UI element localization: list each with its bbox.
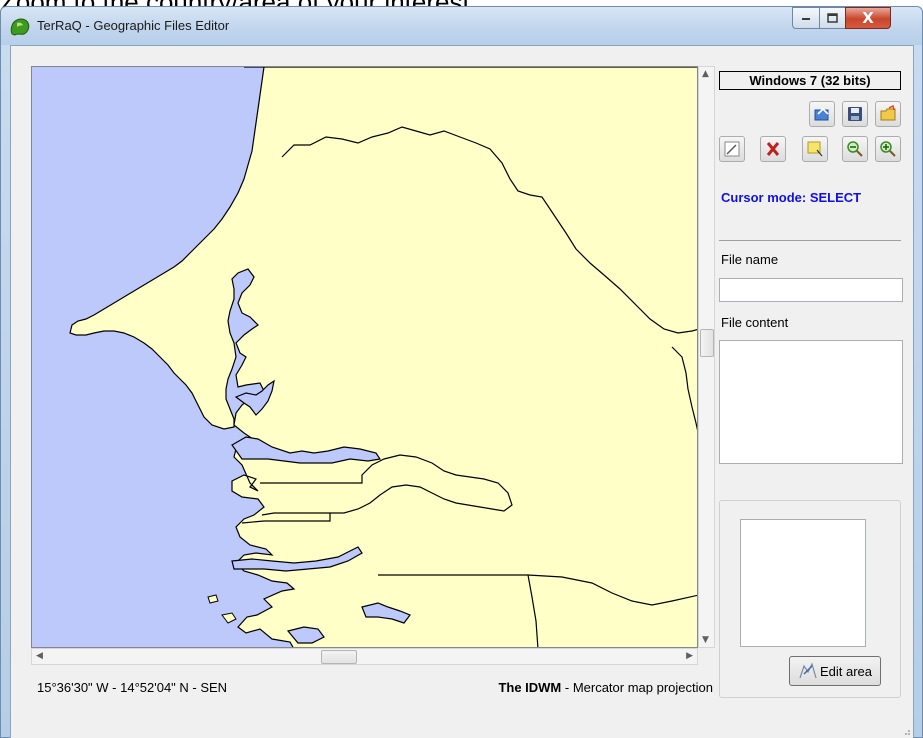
app-logo-icon xyxy=(10,18,30,36)
projection-info: The IDWM - Mercator map projection xyxy=(498,680,713,695)
maximize-icon xyxy=(827,13,838,23)
vertical-scroll-thumb[interactable] xyxy=(700,329,714,357)
map-vertical-scrollbar[interactable]: ▲ ▼ xyxy=(698,66,715,648)
scrollbar-corner xyxy=(698,648,715,665)
zoom-out-icon xyxy=(847,141,863,157)
horizontal-scroll-thumb[interactable] xyxy=(321,650,357,664)
resize-grip-icon[interactable] xyxy=(901,726,911,736)
zoom-in-icon xyxy=(880,141,896,157)
projection-description: - Mercator map projection xyxy=(561,680,713,695)
zoom-in-button[interactable] xyxy=(875,136,901,162)
open-folder-button[interactable] xyxy=(875,101,901,127)
edit-area-button[interactable]: Edit area xyxy=(789,656,881,686)
edit-area-label: Edit area xyxy=(819,663,873,679)
open-file-icon xyxy=(814,107,829,121)
scroll-left-icon[interactable]: ◀ xyxy=(36,651,43,661)
map-svg xyxy=(32,67,697,647)
maximize-button[interactable] xyxy=(819,7,846,29)
minimize-icon xyxy=(802,18,810,20)
cursor-coordinates: 15°36'30" W - 14°52'04" N - SEN xyxy=(37,680,228,695)
edit-button[interactable] xyxy=(719,136,745,162)
os-badge: Windows 7 (32 bits) xyxy=(719,71,901,90)
title-bar[interactable]: TerRaQ - Geographic Files Editor X xyxy=(1,7,922,45)
projection-source: The IDWM xyxy=(498,680,562,695)
scroll-up-icon[interactable]: ▲ xyxy=(702,69,709,79)
zoom-out-button[interactable] xyxy=(842,136,868,162)
open-file-button[interactable] xyxy=(809,101,835,127)
save-button[interactable] xyxy=(842,101,868,127)
divider xyxy=(719,240,901,241)
map-horizontal-scrollbar[interactable]: ◀ ▶ xyxy=(31,648,698,665)
delete-button[interactable] xyxy=(760,136,786,162)
close-button[interactable]: X xyxy=(845,7,891,29)
file-name-field[interactable] xyxy=(719,278,903,302)
close-icon: X xyxy=(862,9,874,27)
edit-icon xyxy=(724,141,740,157)
open-folder-icon xyxy=(880,105,896,121)
client-area: ▲ ▼ ◀ ▶ 15°36'30" W - 14°52'04" N - SEN … xyxy=(10,45,914,738)
scroll-down-icon[interactable]: ▼ xyxy=(702,635,709,645)
window-title: TerRaQ - Geographic Files Editor xyxy=(37,18,230,33)
map-canvas[interactable] xyxy=(31,66,698,648)
select-rect-button[interactable] xyxy=(802,136,828,162)
select-rect-icon xyxy=(807,141,823,157)
delete-icon xyxy=(766,142,780,156)
file-content-label: File content xyxy=(721,315,789,330)
area-preview xyxy=(740,519,866,647)
app-window: TerRaQ - Geographic Files Editor X ▲ ▼ ◀… xyxy=(0,6,923,738)
minimize-button[interactable] xyxy=(792,7,820,29)
save-icon xyxy=(848,107,862,121)
file-content-field[interactable] xyxy=(719,340,903,464)
scroll-right-icon[interactable]: ▶ xyxy=(686,651,693,661)
edit-area-icon xyxy=(799,662,817,679)
file-name-label: File name xyxy=(721,252,779,267)
area-group: Edit area xyxy=(719,500,901,698)
cursor-mode-label: Cursor mode: SELECT xyxy=(721,190,862,205)
